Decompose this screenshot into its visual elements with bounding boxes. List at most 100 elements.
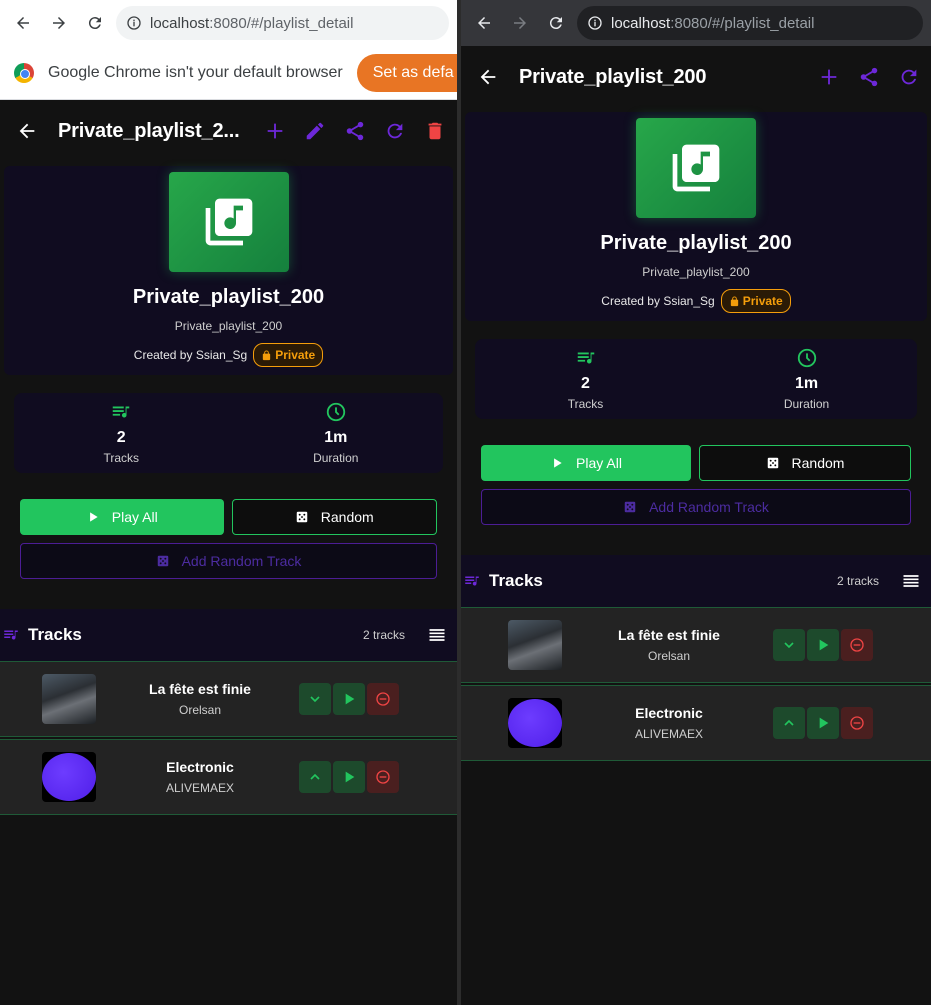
- track-artist: Orelsan: [178, 703, 222, 717]
- playlist-cover: [636, 118, 756, 218]
- back-arrow-icon[interactable]: [14, 118, 40, 144]
- random-button[interactable]: Random: [699, 445, 911, 481]
- app-content: Private_playlist_200 Private_playlist_20…: [461, 46, 931, 761]
- browser-back-button[interactable]: [8, 8, 38, 38]
- url-host: localhost: [150, 14, 210, 32]
- url-path: :8080/#/playlist_detail: [670, 14, 815, 32]
- private-badge: Private: [253, 343, 324, 367]
- add-icon[interactable]: [263, 119, 287, 143]
- created-by-text: Created by Ssian_Sg: [601, 294, 715, 308]
- tracks-section-header: Tracks 2 tracks: [0, 609, 457, 661]
- delete-icon[interactable]: [423, 119, 447, 143]
- add-random-track-label: Add Random Track: [649, 499, 769, 515]
- info-icon[interactable]: [587, 15, 603, 31]
- private-badge-label: Private: [742, 294, 783, 308]
- play-icon[interactable]: [807, 707, 839, 739]
- browser-forward-button[interactable]: [44, 8, 74, 38]
- play-all-button[interactable]: Play All: [481, 445, 691, 481]
- tracks-count-label: Tracks: [103, 451, 140, 465]
- random-button[interactable]: Random: [231, 499, 437, 535]
- list-icon[interactable]: [427, 625, 447, 645]
- remove-icon[interactable]: [367, 761, 399, 793]
- chrome-logo-icon: [14, 62, 34, 83]
- tracks-section-title: Tracks: [28, 625, 82, 644]
- remove-icon[interactable]: [367, 683, 399, 715]
- play-all-label: Play All: [576, 455, 622, 471]
- address-bar[interactable]: localhost:8080/#/playlist_detail: [577, 6, 923, 40]
- tracks-count-text: 2 tracks: [362, 628, 405, 642]
- app-bar: Private_playlist_2...: [0, 100, 457, 162]
- page-title: Private_playlist_200: [519, 65, 707, 88]
- address-bar[interactable]: localhost:8080/#/playlist_detail: [116, 6, 449, 40]
- stat-duration: 1m Duration: [696, 339, 917, 419]
- dice-icon: [296, 511, 308, 523]
- dice-icon: [624, 501, 636, 513]
- stat-tracks: 2 Tracks: [14, 393, 229, 473]
- random-label: Random: [791, 455, 845, 471]
- stat-tracks: 2 Tracks: [475, 339, 696, 419]
- add-icon[interactable]: [817, 65, 841, 89]
- playlist-description: Private_playlist_200: [642, 265, 750, 279]
- browser-back-button[interactable]: [469, 8, 499, 38]
- edit-icon[interactable]: [303, 119, 327, 143]
- track-row[interactable]: Electronic ALIVEMAEX: [0, 739, 457, 815]
- playlist-description: Private_playlist_200: [174, 319, 283, 333]
- track-row[interactable]: Electronic ALIVEMAEX: [461, 685, 931, 761]
- back-arrow-icon[interactable]: [475, 64, 501, 90]
- track-artist: Orelsan: [647, 649, 691, 663]
- clock-icon: [797, 348, 816, 368]
- play-icon: [554, 458, 562, 468]
- random-label: Random: [320, 509, 374, 525]
- app-bar: Private_playlist_200: [461, 46, 931, 108]
- private-badge-label: Private: [275, 348, 316, 362]
- play-all-button[interactable]: Play All: [20, 499, 224, 535]
- track-row[interactable]: La fête est finie Orelsan: [0, 661, 457, 737]
- stats-card: 2 Tracks 1m Duration: [475, 339, 917, 419]
- chevron-down-icon[interactable]: [299, 683, 331, 715]
- default-browser-infobar: Google Chrome isn't your default browser…: [0, 46, 457, 100]
- duration-value: 1m: [794, 375, 819, 392]
- play-icon[interactable]: [333, 761, 365, 793]
- browser-toolbar: localhost:8080/#/playlist_detail: [0, 0, 457, 46]
- chevron-up-icon[interactable]: [773, 707, 805, 739]
- queue-music-icon: [4, 630, 18, 640]
- remove-icon[interactable]: [841, 707, 873, 739]
- playlist-name: Private_playlist_200: [600, 232, 792, 254]
- track-row[interactable]: La fête est finie Orelsan: [461, 607, 931, 683]
- browser-window-right: localhost:8080/#/playlist_detail Private…: [461, 0, 931, 1005]
- tracks-count-text: 2 tracks: [836, 574, 879, 588]
- browser-reload-button[interactable]: [541, 8, 571, 38]
- queue-music-icon: [465, 576, 479, 586]
- refresh-icon[interactable]: [383, 119, 407, 143]
- tracks-count-value: 2: [581, 375, 590, 392]
- track-artist: ALIVEMAEX: [634, 727, 704, 741]
- share-icon[interactable]: [343, 119, 367, 143]
- tracks-count-value: 2: [116, 429, 126, 446]
- track-thumbnail: [508, 620, 562, 670]
- list-icon[interactable]: [901, 571, 921, 591]
- play-icon[interactable]: [807, 629, 839, 661]
- duration-label: Duration: [313, 451, 359, 465]
- playlist-header-card: Private_playlist_200 Private_playlist_20…: [465, 112, 927, 321]
- add-random-track-button[interactable]: Add Random Track: [20, 543, 437, 579]
- url-host: localhost: [611, 14, 671, 32]
- share-icon[interactable]: [857, 65, 881, 89]
- duration-value: 1m: [324, 429, 348, 446]
- track-title: Electronic: [635, 705, 703, 721]
- add-random-track-button[interactable]: Add Random Track: [481, 489, 911, 525]
- infobar-message: Google Chrome isn't your default browser: [48, 63, 343, 81]
- chevron-down-icon[interactable]: [773, 629, 805, 661]
- remove-icon[interactable]: [841, 629, 873, 661]
- play-icon[interactable]: [333, 683, 365, 715]
- browser-reload-button[interactable]: [80, 8, 110, 38]
- refresh-icon[interactable]: [897, 65, 921, 89]
- created-by-text: Created by Ssian_Sg: [133, 348, 248, 362]
- info-icon[interactable]: [126, 15, 142, 31]
- set-as-default-button[interactable]: Set as defa: [356, 53, 457, 92]
- chevron-up-icon[interactable]: [299, 761, 331, 793]
- browser-toolbar: localhost:8080/#/playlist_detail: [461, 0, 931, 46]
- browser-forward-button[interactable]: [505, 8, 535, 38]
- stat-duration: 1m Duration: [229, 393, 444, 473]
- private-badge: Private: [720, 289, 791, 313]
- playlist-music-icon: [672, 144, 720, 192]
